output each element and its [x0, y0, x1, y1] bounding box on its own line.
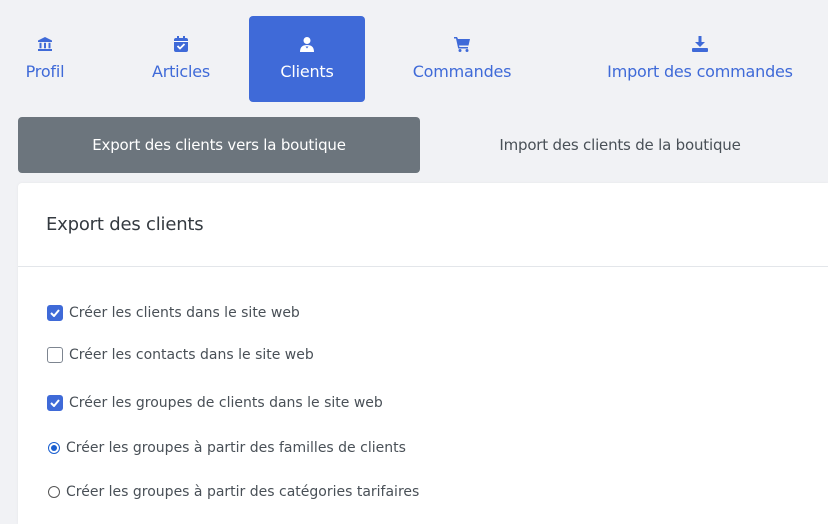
- check-icon: [50, 399, 60, 407]
- export-clients-card: Export des clients Créer les clients dan…: [18, 183, 828, 524]
- option-label: Créer les groupes de clients dans le sit…: [69, 395, 383, 411]
- create-contacts-checkbox[interactable]: Créer les contacts dans le site web: [47, 347, 314, 363]
- check-icon: [50, 309, 60, 317]
- option-label: Créer les clients dans le site web: [69, 305, 300, 321]
- radio-checked[interactable]: [48, 442, 60, 454]
- tab-profil[interactable]: Profil: [18, 16, 72, 102]
- tab-import-commandes[interactable]: Import des commandes: [572, 16, 828, 102]
- option-label: Créer les groupes à partir des familles …: [66, 440, 406, 456]
- option-label: Créer les groupes à partir des catégorie…: [66, 484, 420, 500]
- tab-clients[interactable]: Clients: [249, 16, 365, 102]
- tab-articles[interactable]: Articles: [138, 16, 224, 102]
- tab-label: Clients: [280, 62, 334, 81]
- calendar-check-icon: [174, 36, 188, 52]
- subtab-label: Import des clients de la boutique: [499, 136, 741, 154]
- radio-unchecked[interactable]: [48, 486, 60, 498]
- users-icon: [299, 36, 315, 52]
- tab-label: Commandes: [412, 62, 512, 81]
- create-clients-checkbox[interactable]: Créer les clients dans le site web: [47, 305, 300, 321]
- subtab-label: Export des clients vers la boutique: [92, 136, 346, 154]
- option-label: Créer les contacts dans le site web: [69, 347, 314, 363]
- tab-label: Import des commandes: [607, 62, 793, 81]
- tab-label: Articles: [151, 62, 211, 81]
- subtab-export-clients[interactable]: Export des clients vers la boutique: [18, 117, 420, 173]
- create-groups-checkbox[interactable]: Créer les groupes de clients dans le sit…: [47, 395, 383, 411]
- main-nav: Profil Articles Clients Commandes Import…: [18, 16, 828, 102]
- bank-icon: [37, 36, 53, 52]
- download-icon: [692, 36, 708, 52]
- cart-icon: [453, 36, 471, 52]
- card-title: Export des clients: [46, 214, 204, 235]
- checkbox-checked[interactable]: [47, 395, 63, 411]
- tab-commandes[interactable]: Commandes: [392, 16, 532, 102]
- card-header: Export des clients: [18, 183, 828, 267]
- groups-from-families-radio[interactable]: Créer les groupes à partir des familles …: [47, 440, 406, 456]
- tab-label: Profil: [25, 62, 65, 81]
- groups-from-tariff-categories-radio[interactable]: Créer les groupes à partir des catégorie…: [47, 484, 419, 500]
- checkbox-unchecked[interactable]: [47, 347, 63, 363]
- subtab-import-clients[interactable]: Import des clients de la boutique: [430, 117, 810, 173]
- checkbox-checked[interactable]: [47, 305, 63, 321]
